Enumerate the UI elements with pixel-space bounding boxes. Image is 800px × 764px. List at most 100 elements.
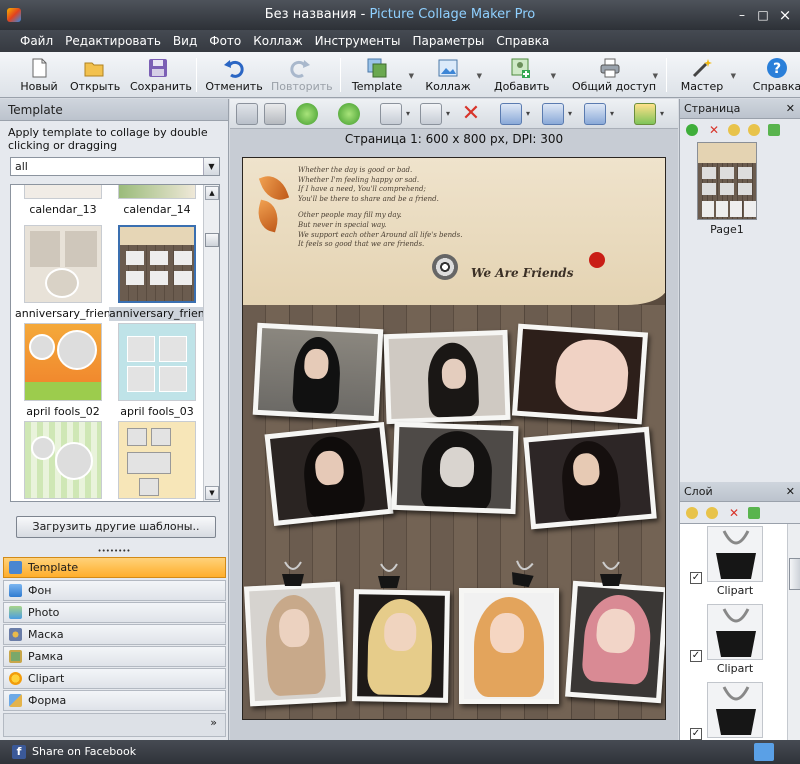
save-button[interactable]: Сохранить: [130, 54, 192, 96]
template-item-april-fools-03[interactable]: april fools_03: [109, 323, 205, 419]
select-person-icon[interactable]: [236, 103, 258, 125]
collage-dropdown-icon[interactable]: ▼: [477, 72, 482, 80]
add-button[interactable]: Добавить ▼: [494, 54, 556, 96]
collage-photo-9[interactable]: [459, 588, 559, 704]
monitor-icon[interactable]: [754, 743, 774, 761]
facebook-icon[interactable]: f: [12, 745, 26, 759]
menu-help[interactable]: Справка: [490, 30, 555, 52]
collage-photo-5[interactable]: [391, 421, 519, 515]
category-template[interactable]: Template: [3, 557, 226, 578]
template-item-next-2[interactable]: [109, 421, 205, 501]
menu-options[interactable]: Параметры: [407, 30, 491, 52]
collage-photo-7[interactable]: [243, 581, 347, 707]
undo-button[interactable]: Отменить: [205, 54, 263, 96]
template-button[interactable]: Template ▼: [350, 54, 414, 96]
close-button[interactable]: ×: [776, 6, 794, 24]
delete-layer-icon[interactable]: ✕: [728, 507, 740, 519]
menu-tools[interactable]: Инструменты: [309, 30, 407, 52]
scroll-down-icon[interactable]: ▼: [205, 486, 219, 500]
template-item-anniversary-1[interactable]: anniversary_frien...: [15, 225, 111, 321]
category-mask[interactable]: Маска: [3, 624, 226, 645]
template-scrollbar[interactable]: ▲ ▼: [203, 185, 219, 501]
category-clipart[interactable]: Clipart: [3, 668, 226, 689]
chevron-down-icon[interactable]: ▼: [203, 158, 219, 175]
layer-down-icon[interactable]: [706, 507, 718, 519]
send-backward-icon[interactable]: [338, 103, 360, 125]
collage-button[interactable]: Коллаж ▼: [424, 54, 482, 96]
menu-collage[interactable]: Коллаж: [247, 30, 308, 52]
panel-splitter[interactable]: ••••••••: [0, 548, 228, 555]
collage-photo-6[interactable]: [523, 426, 657, 530]
photo-image: [464, 593, 554, 699]
share-facebook-link[interactable]: Share on Facebook: [32, 745, 136, 758]
template-name: april fools_03: [120, 405, 194, 418]
layer-visible-checkbox[interactable]: ✓: [690, 650, 702, 662]
share-button[interactable]: Общий доступ ▼: [572, 54, 658, 96]
template-item-calendar-14[interactable]: calendar_14: [109, 185, 205, 217]
refresh-pages-icon[interactable]: [768, 124, 780, 136]
layer-visible-checkbox[interactable]: ✓: [690, 572, 702, 584]
category-photo[interactable]: Photo: [3, 602, 226, 623]
align-left-icon[interactable]: [542, 103, 572, 125]
category-frame[interactable]: Рамка: [3, 646, 226, 667]
move-page-down-icon[interactable]: [748, 124, 760, 136]
template-dropdown-icon[interactable]: ▼: [409, 72, 414, 80]
add-page-icon[interactable]: [686, 124, 698, 136]
template-filter-select[interactable]: all ▼: [10, 157, 220, 176]
refresh-layers-icon[interactable]: [748, 507, 760, 519]
new-button[interactable]: Новый: [18, 54, 60, 96]
expand-categories-icon[interactable]: »: [210, 716, 217, 729]
crop-icon[interactable]: [264, 103, 286, 125]
load-more-templates-button[interactable]: Загрузить другие шаблоны..: [16, 516, 216, 538]
layer-item[interactable]: ✓: [680, 680, 784, 740]
align-center-icon[interactable]: [500, 103, 530, 125]
distribute-icon[interactable]: [584, 103, 614, 125]
template-name: calendar_13: [29, 203, 97, 216]
scroll-thumb[interactable]: [789, 558, 800, 590]
scroll-up-icon[interactable]: ▲: [205, 186, 219, 200]
scroll-thumb[interactable]: [205, 233, 219, 247]
template-item-next-1[interactable]: [15, 421, 111, 501]
wizard-button[interactable]: Мастер ▼: [678, 54, 736, 96]
rotate-right-icon[interactable]: [420, 103, 450, 125]
collage-photo-3[interactable]: [511, 323, 649, 425]
layer-item[interactable]: ✓ Clipart: [680, 524, 784, 602]
menu-view[interactable]: Вид: [167, 30, 203, 52]
menu-photo[interactable]: Фото: [203, 30, 247, 52]
minimize-button[interactable]: –: [733, 6, 751, 24]
maximize-button[interactable]: □: [754, 6, 772, 24]
template-item-calendar-13[interactable]: calendar_13: [15, 185, 111, 217]
rotate-left-icon[interactable]: [380, 103, 410, 125]
template-item-anniversary-2[interactable]: anniversary_frien...: [109, 225, 205, 321]
delete-page-icon[interactable]: ✕: [708, 124, 720, 136]
category-shape[interactable]: Форма: [3, 690, 226, 711]
close-icon[interactable]: ✕: [786, 99, 795, 119]
open-button[interactable]: Открыть: [70, 54, 120, 96]
layer-item[interactable]: ✓ Clipart: [680, 602, 784, 680]
collage-photo-2[interactable]: [383, 329, 511, 425]
add-dropdown-icon[interactable]: ▼: [551, 72, 556, 80]
category-background[interactable]: Фон: [3, 580, 226, 601]
share-dropdown-icon[interactable]: ▼: [653, 72, 658, 80]
layer-visible-checkbox[interactable]: ✓: [690, 728, 702, 740]
page-thumbnail[interactable]: [697, 142, 757, 220]
close-icon[interactable]: ✕: [786, 482, 795, 502]
menu-edit[interactable]: Редактировать: [59, 30, 167, 52]
template-item-april-fools-02[interactable]: april fools_02: [15, 323, 111, 419]
folder-icon: [83, 57, 105, 79]
bring-forward-icon[interactable]: [296, 103, 318, 125]
image-effects-icon[interactable]: [634, 103, 664, 125]
collage-photo-10[interactable]: [565, 580, 665, 704]
collage-photo-8[interactable]: [352, 589, 450, 703]
wizard-dropdown-icon[interactable]: ▼: [731, 72, 736, 80]
help-button[interactable]: ? Справка: [752, 54, 800, 96]
collage-photo-4[interactable]: [264, 421, 394, 527]
redo-button[interactable]: Повторить: [271, 54, 333, 96]
collage-photo-1[interactable]: [252, 322, 384, 422]
layer-scrollbar[interactable]: [787, 524, 800, 740]
menu-file[interactable]: Файл: [14, 30, 59, 52]
layer-up-icon[interactable]: [686, 507, 698, 519]
delete-x-icon[interactable]: ✕: [460, 103, 482, 125]
move-page-up-icon[interactable]: [728, 124, 740, 136]
collage-canvas[interactable]: Whether the day is good or bad. Whether …: [242, 157, 666, 720]
